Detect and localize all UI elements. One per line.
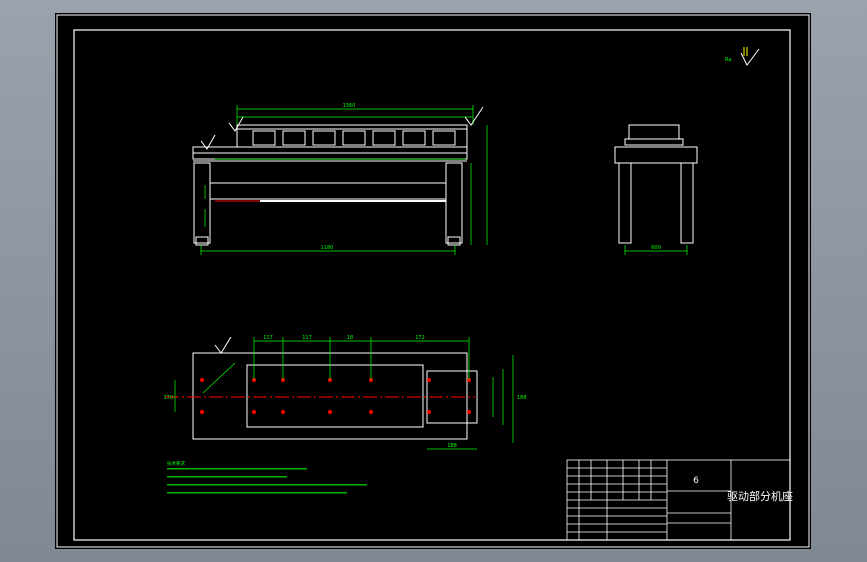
outer-frame	[56, 14, 810, 548]
dim-plan-2: 117	[302, 335, 312, 341]
cad-viewport[interactable]: Ra 1360 1180 600 117 117 18 172 170 188 …	[55, 13, 811, 549]
technical-notes: 技术要求	[167, 460, 367, 494]
dim-plan-left: 170	[163, 395, 173, 401]
dim-leg-span: 1180	[321, 245, 334, 251]
plan-view-dimensions	[174, 337, 514, 450]
dim-plan-right: 188	[517, 395, 527, 401]
dim-plan-3: 18	[347, 335, 353, 341]
dim-plan-bottom: 188	[447, 443, 457, 449]
dim-plan-1: 117	[263, 335, 273, 341]
title-scale-glyph: 6	[693, 476, 699, 486]
front-view-dimensions	[200, 105, 488, 255]
plan-view	[165, 352, 478, 440]
roughness-symbol	[740, 47, 760, 66]
dim-plan-4: 172	[415, 335, 425, 341]
drawing-title: 驱动部分机座	[727, 489, 793, 503]
dim-side-width: 600	[651, 245, 661, 251]
side-view	[614, 124, 698, 244]
plan-view-holes	[200, 378, 471, 414]
svg-text:技术要求: 技术要求	[167, 460, 185, 467]
front-view	[192, 124, 468, 246]
drawing-canvas: Ra 1360 1180 600 117 117 18 172 170 188 …	[56, 14, 810, 548]
roughness-symbol-plan	[214, 336, 232, 354]
roughness-note: Ra	[725, 57, 731, 63]
dim-overall-length: 1360	[343, 103, 356, 109]
roughness-symbol-front	[200, 106, 484, 150]
